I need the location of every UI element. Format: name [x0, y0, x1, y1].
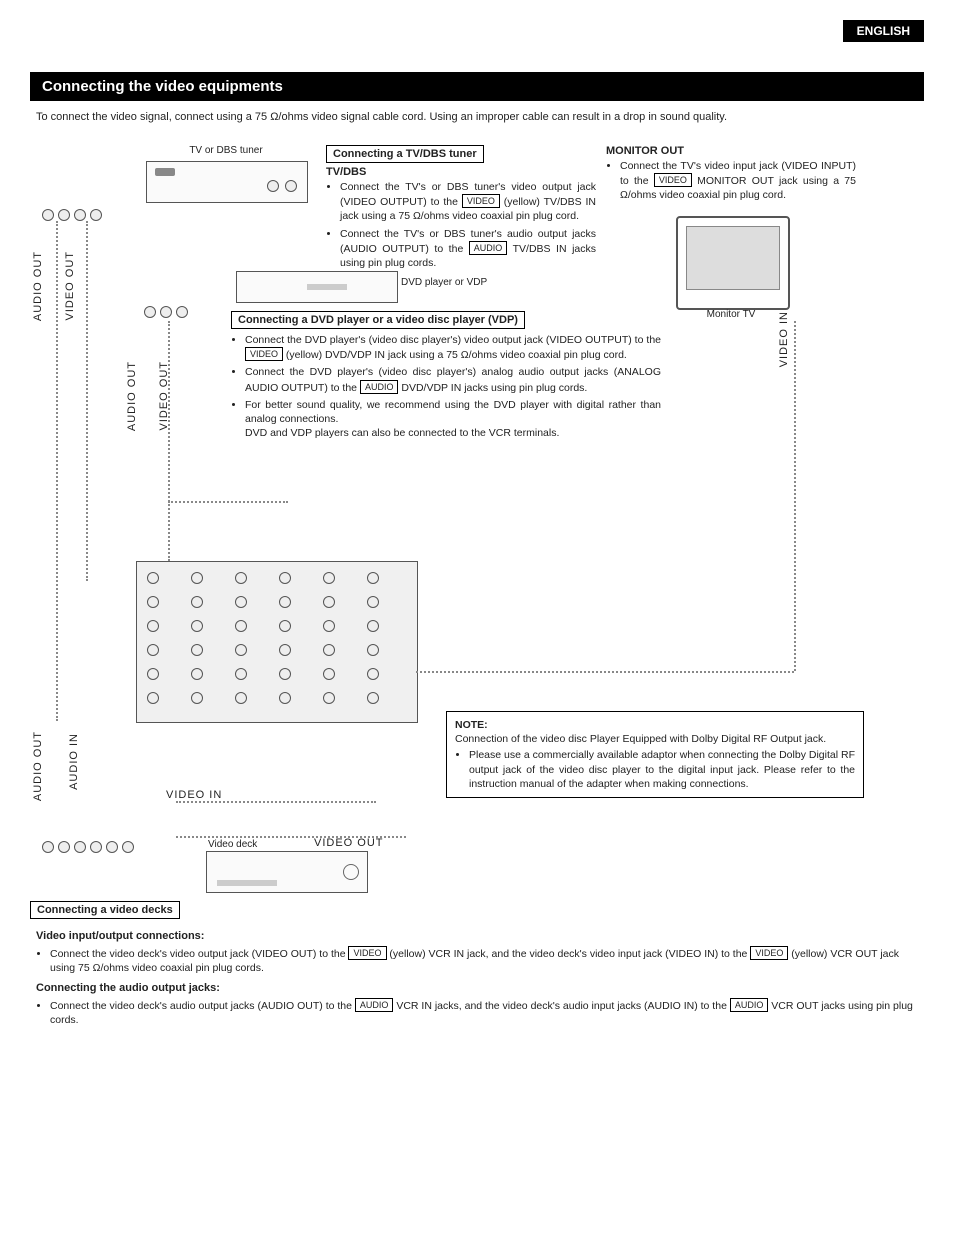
receiver-back-panel: [136, 561, 418, 723]
audio-chip: AUDIO: [360, 380, 399, 394]
dvd-label: DVD player or VDP: [401, 277, 487, 288]
section-title-bar: Connecting the video equipments: [30, 72, 924, 101]
tuner-device: [146, 161, 308, 203]
audio-chip: AUDIO: [355, 998, 394, 1012]
language-tab: ENGLISH: [843, 20, 924, 42]
video-deck-heading: Connecting a video decks: [30, 901, 180, 919]
dvd-bullet-2: Connect the DVD player's (video disc pla…: [245, 365, 661, 394]
dvd-heading: Connecting a DVD player or a video disc …: [231, 311, 525, 329]
monitor-out-bullet-1: Connect the TV's video input jack (VIDEO…: [620, 159, 856, 203]
monitor-out-heading: MONITOR OUT: [606, 145, 856, 157]
video-in-label-deck: VIDEO IN: [166, 789, 222, 801]
note-title: NOTE:: [455, 718, 855, 732]
video-out-label-tuner: VIDEO OUT: [64, 251, 76, 321]
video-deck-bullet-1: Connect the video deck's video output ja…: [50, 946, 918, 975]
tv-dbs-heading: Connecting a TV/DBS tuner: [326, 145, 484, 163]
tv-dbs-bullet-1: Connect the TV's or DBS tuner's video ou…: [340, 180, 596, 224]
tuner-label: TV or DBS tuner: [146, 145, 306, 156]
tv-dbs-sub: TV/DBS: [326, 166, 596, 178]
audio-in-label-deck: AUDIO IN: [68, 733, 80, 790]
monitor-tv-device: [676, 216, 790, 310]
video-chip: VIDEO: [245, 347, 283, 361]
dvd-device: [236, 271, 398, 303]
video-io-sub: Video input/output connections:: [36, 929, 918, 944]
audio-chip: AUDIO: [469, 241, 508, 255]
wiring-diagram: TV or DBS tuner AUDIO OUT VIDEO OUT DVD …: [36, 141, 918, 921]
note-bullet-1: Please use a commercially available adap…: [469, 748, 855, 791]
audio-out-label-deck: AUDIO OUT: [32, 731, 44, 801]
video-chip: VIDEO: [750, 946, 788, 960]
video-chip: VIDEO: [462, 194, 500, 208]
video-deck-label: Video deck: [208, 839, 257, 850]
audio-out-label-dvd: AUDIO OUT: [126, 361, 138, 431]
audio-chip: AUDIO: [730, 998, 769, 1012]
video-deck-device: [206, 851, 368, 893]
video-chip: VIDEO: [348, 946, 386, 960]
audio-jack-sub: Connecting the audio output jacks:: [36, 981, 918, 996]
tv-dbs-bullet-2: Connect the TV's or DBS tuner's audio ou…: [340, 227, 596, 271]
video-out-label-deck: VIDEO OUT: [314, 837, 384, 849]
video-deck-bullet-2: Connect the video deck's audio output ja…: [50, 998, 918, 1027]
dvd-bullet-1: Connect the DVD player's (video disc pla…: [245, 333, 661, 362]
monitor-tv-label: Monitor TV: [676, 309, 786, 320]
audio-out-label-tuner: AUDIO OUT: [32, 251, 44, 321]
note-box: NOTE: Connection of the video disc Playe…: [446, 711, 864, 798]
video-in-label-tv: VIDEO IN: [778, 311, 790, 367]
note-line-1: Connection of the video disc Player Equi…: [455, 732, 855, 746]
video-chip: VIDEO: [654, 173, 692, 187]
section-intro: To connect the video signal, connect usi…: [36, 111, 918, 123]
dvd-bullet-3: For better sound quality, we recommend u…: [245, 398, 661, 441]
